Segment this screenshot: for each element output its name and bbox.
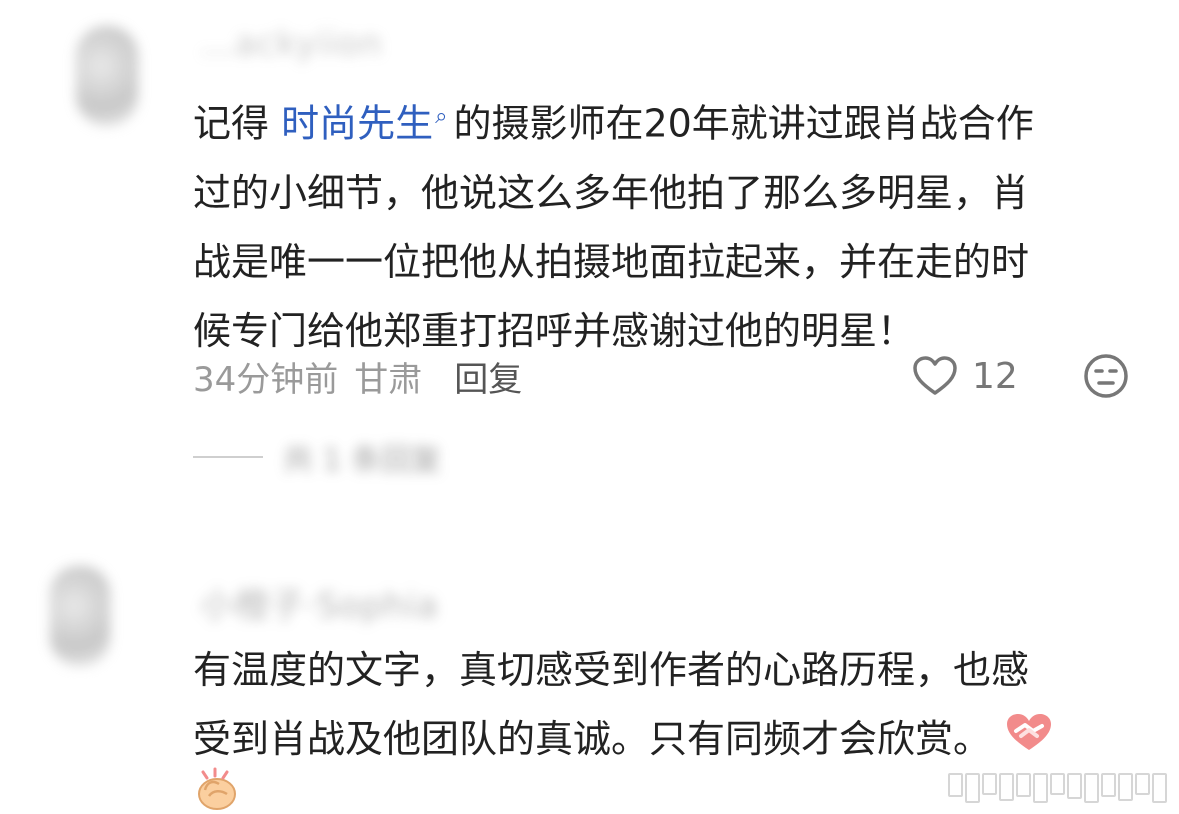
username[interactable]: …ackyiion bbox=[200, 24, 382, 64]
comment-line-1: 有温度的文字，真切感受到作者的心路历程，也感 bbox=[193, 648, 1030, 692]
heart-outline-icon bbox=[913, 356, 957, 395]
like-count: 12 bbox=[972, 355, 1018, 397]
timestamp: 34分钟前 bbox=[193, 359, 339, 400]
comment-line-1: 的摄影师在20年就讲过跟肖战合作 bbox=[453, 101, 1034, 146]
location: 甘肃 bbox=[354, 359, 423, 400]
handshake-heart-emoji bbox=[1003, 707, 1055, 776]
view-replies-button[interactable]: 共 1 条回复 bbox=[193, 433, 441, 481]
neutral-face-icon[interactable] bbox=[1082, 352, 1130, 404]
comment-line-2: 过的小细节，他说这么多年他拍了那么多明星，肖 bbox=[193, 170, 1030, 215]
reply-button[interactable]: 回复 bbox=[454, 352, 522, 401]
barcode-watermark bbox=[948, 773, 1167, 803]
search-icon: ⌕ bbox=[435, 104, 448, 129]
clapping-hands-emoji bbox=[195, 766, 241, 814]
avatar[interactable] bbox=[50, 566, 110, 666]
mention-link[interactable]: 时尚先生 bbox=[281, 102, 433, 146]
avatar[interactable] bbox=[76, 26, 138, 126]
username[interactable]: 小橙子·Sophia bbox=[200, 578, 439, 627]
comment-text: 记得 时尚先生⌕ 的摄影师在20年就讲过跟肖战合作 过的小细节，他说这么多年他拍了… bbox=[193, 82, 1153, 366]
divider bbox=[193, 456, 263, 458]
comment-meta: 34分钟前 甘肃 回复 bbox=[193, 352, 522, 400]
replies-count-label: 共 1 条回复 bbox=[283, 443, 442, 478]
comment-text: 有温度的文字，真切感受到作者的心路历程，也感 受到肖战及他团队的真诚。只有同频才… bbox=[193, 636, 1153, 776]
comment-text-prefix: 记得 bbox=[193, 101, 282, 146]
comment-line-4: 候专门给他郑重打招呼并感谢过他的明星！ bbox=[193, 308, 916, 353]
like-button[interactable]: 12 bbox=[912, 352, 1018, 400]
comment-line-2: 受到肖战及他团队的真诚。只有同频才会欣赏。 bbox=[193, 717, 992, 761]
comment-line-3: 战是唯一一位把他从拍摄地面拉起来，并在走的时 bbox=[193, 239, 1030, 284]
